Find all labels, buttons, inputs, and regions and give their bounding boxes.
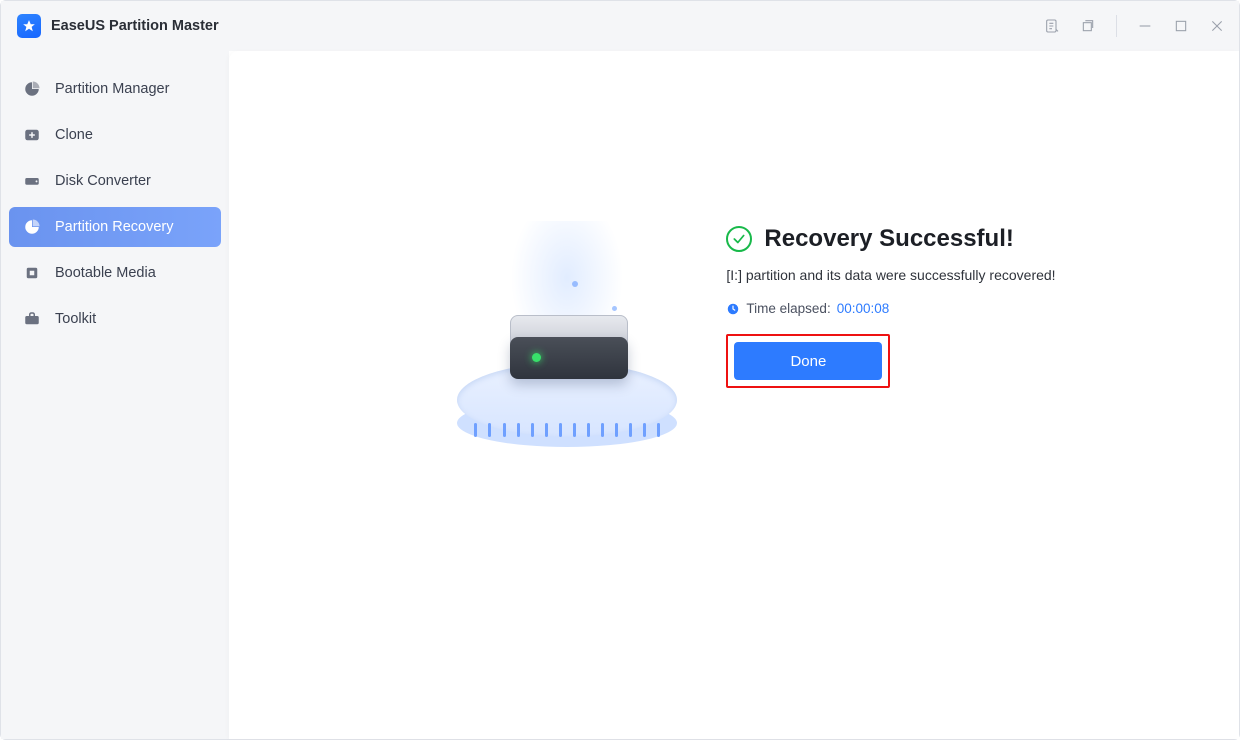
app-title: EaseUS Partition Master (51, 18, 219, 34)
drive-icon (23, 172, 41, 190)
window-restore-icon[interactable] (1080, 18, 1096, 34)
sidebar-item-toolkit[interactable]: Toolkit (9, 299, 221, 339)
sidebar-item-partition-recovery[interactable]: Partition Recovery (9, 207, 221, 247)
sidebar-item-label: Partition Recovery (55, 219, 173, 235)
sidebar-item-label: Clone (55, 127, 93, 143)
done-button[interactable]: Done (734, 342, 882, 380)
result-title: Recovery Successful! (764, 225, 1013, 253)
disk-illustration (452, 221, 682, 481)
content: Partition Manager Clone Disk Converter P… (1, 51, 1239, 739)
minimize-icon[interactable] (1137, 18, 1153, 34)
sidebar-item-label: Bootable Media (55, 265, 156, 281)
divider (1116, 15, 1117, 37)
recovery-result: Recovery Successful! [I:] partition and … (229, 221, 1239, 481)
title-bar: EaseUS Partition Master (1, 1, 1239, 51)
sidebar-item-label: Partition Manager (55, 81, 169, 97)
sidebar-item-bootable-media[interactable]: Bootable Media (9, 253, 221, 293)
time-elapsed: Time elapsed: 00:00:08 (726, 301, 1055, 316)
window-controls (1044, 15, 1225, 37)
result-message: [I:] partition and its data were success… (726, 267, 1055, 283)
sidebar-item-label: Disk Converter (55, 173, 151, 189)
app-logo-icon (17, 14, 41, 38)
briefcase-icon (23, 310, 41, 328)
chip-icon (23, 264, 41, 282)
time-label: Time elapsed: (746, 301, 830, 316)
sidebar-item-label: Toolkit (55, 311, 96, 327)
maximize-icon[interactable] (1173, 18, 1189, 34)
sidebar-item-partition-manager[interactable]: Partition Manager (9, 69, 221, 109)
sidebar-item-disk-converter[interactable]: Disk Converter (9, 161, 221, 201)
pie-icon (23, 80, 41, 98)
success-check-icon (726, 226, 752, 252)
pie-search-icon (23, 218, 41, 236)
close-icon[interactable] (1209, 18, 1225, 34)
sidebar-item-clone[interactable]: Clone (9, 115, 221, 155)
plus-box-icon (23, 126, 41, 144)
clock-icon (726, 302, 740, 316)
result-info: Recovery Successful! [I:] partition and … (726, 221, 1055, 481)
highlight-box: Done (726, 334, 890, 388)
time-value: 00:00:08 (837, 301, 890, 316)
note-icon[interactable] (1044, 18, 1060, 34)
main-panel: Recovery Successful! [I:] partition and … (229, 51, 1239, 739)
sidebar: Partition Manager Clone Disk Converter P… (1, 51, 229, 739)
